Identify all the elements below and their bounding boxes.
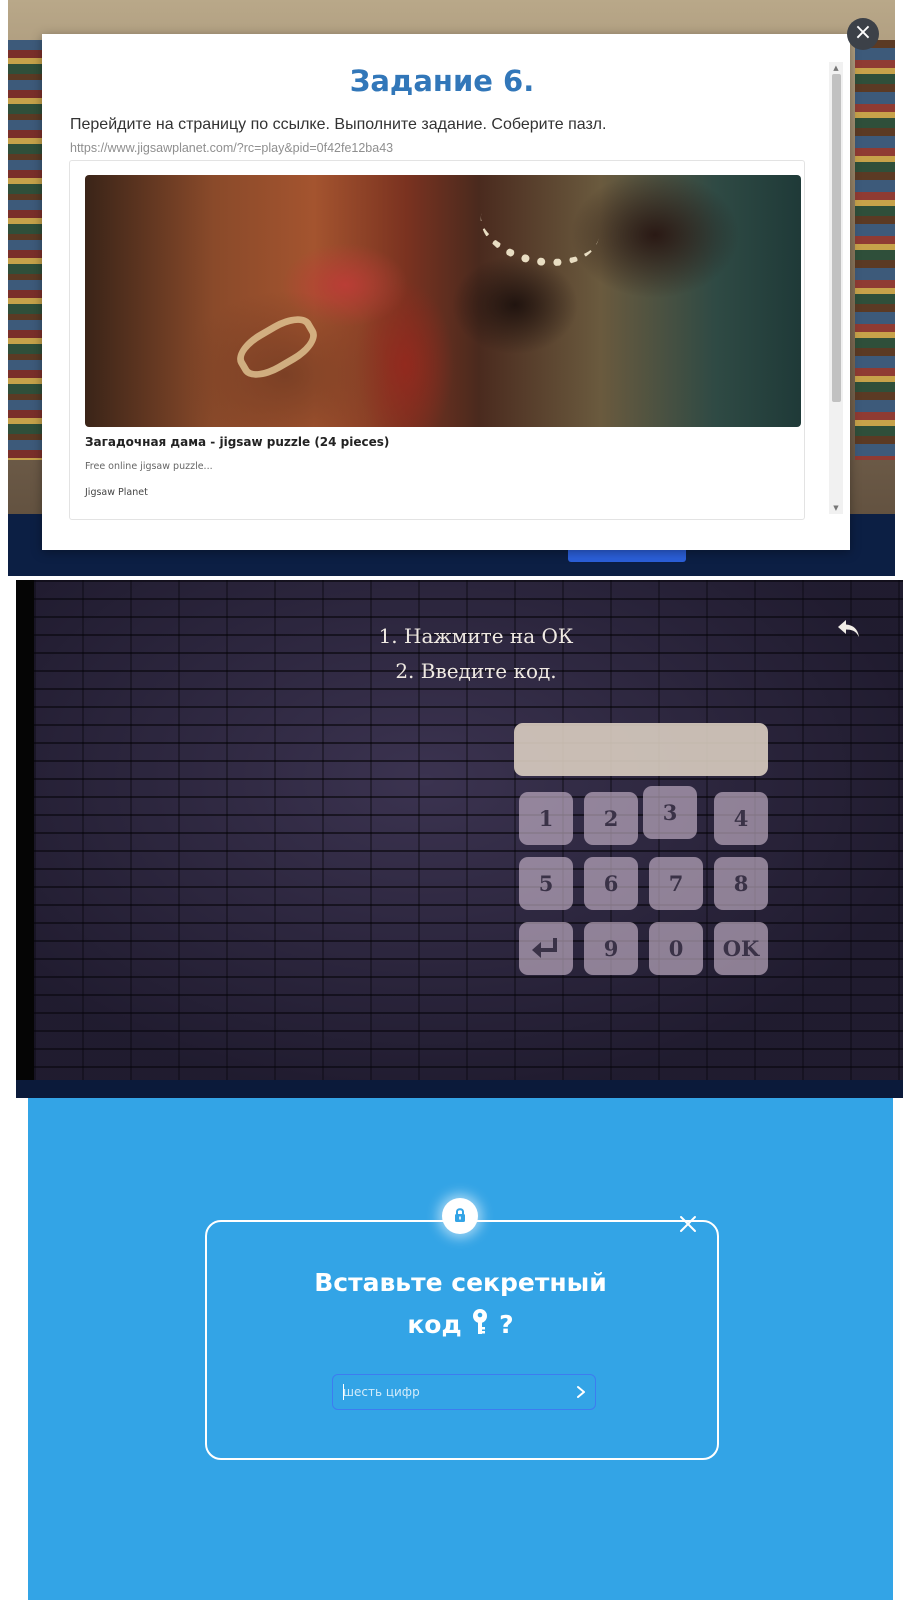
key-icon <box>473 1309 488 1334</box>
scroll-down-arrow-icon[interactable]: ▼ <box>829 502 843 514</box>
task-modal: Задание 6. Перейдите на страницу по ссыл… <box>42 34 850 550</box>
puzzle-preview-image[interactable] <box>85 175 801 427</box>
back-arrow-icon[interactable] <box>836 616 862 642</box>
keypad-panel: 1. Нажмите на ОК 2. Введите код. 1 2 3 4… <box>16 580 903 1098</box>
code-display <box>514 723 768 776</box>
preview-description: Free online jigsaw puzzle... <box>85 461 213 472</box>
key-7[interactable]: 7 <box>649 857 703 910</box>
task-instruction: Перейдите на страницу по ссылке. Выполни… <box>70 116 607 133</box>
key-ok[interactable]: OK <box>714 922 768 975</box>
preview-site-name: Jigsaw Planet <box>85 487 148 498</box>
key-1[interactable]: 1 <box>519 792 573 845</box>
chevron-right-icon[interactable] <box>573 1383 589 1401</box>
code-heading-line1: Вставьте секретный <box>314 1268 607 1297</box>
key-8[interactable]: 8 <box>714 857 768 910</box>
close-icon: × <box>853 20 873 45</box>
bracelet-detail <box>229 306 325 388</box>
code-dialog <box>205 1220 719 1460</box>
code-heading-word: код <box>407 1310 462 1339</box>
wall-edge-shadow <box>16 580 34 1098</box>
key-6[interactable]: 6 <box>584 857 638 910</box>
key-4[interactable]: 4 <box>714 792 768 845</box>
secret-code-panel: Вставьте секретный код ? <box>28 1098 893 1600</box>
scroll-thumb[interactable] <box>832 74 841 402</box>
keypad-instruction-2: 2. Введите код. <box>395 659 557 683</box>
preview-title[interactable]: Загадочная дама - jigsaw puzzle (24 piec… <box>85 435 389 449</box>
bottom-band <box>16 1080 903 1098</box>
key-0[interactable]: 0 <box>649 922 703 975</box>
key-2[interactable]: 2 <box>584 792 638 845</box>
code-heading-question: ? <box>499 1310 514 1339</box>
task-link[interactable]: https://www.jigsawplanet.com/?rc=play&pi… <box>70 141 393 155</box>
necklace-detail <box>473 175 607 277</box>
modal-close-button[interactable]: × <box>847 18 879 50</box>
enter-icon <box>532 938 557 958</box>
close-icon[interactable] <box>676 1212 700 1236</box>
key-5[interactable]: 5 <box>519 857 573 910</box>
modal-title: Задание 6. <box>349 64 535 98</box>
bookshelf-right <box>855 40 895 460</box>
code-heading-line2: код ? <box>238 1308 683 1339</box>
lock-badge <box>442 1198 478 1234</box>
lock-icon <box>455 1208 465 1222</box>
modal-scrollbar[interactable]: ▲ ▼ <box>829 62 843 514</box>
brick-wall-background <box>34 580 903 1080</box>
key-3[interactable]: 3 <box>643 786 697 839</box>
key-9[interactable]: 9 <box>584 922 638 975</box>
link-preview-card[interactable]: Загадочная дама - jigsaw puzzle (24 piec… <box>69 160 805 520</box>
key-enter[interactable] <box>519 922 573 975</box>
scroll-up-arrow-icon[interactable]: ▲ <box>829 62 843 74</box>
keypad-instruction-1: 1. Нажмите на ОК <box>378 624 574 648</box>
bookshelf-left <box>8 40 42 460</box>
secret-code-input[interactable] <box>343 1375 561 1409</box>
task-panel: Задание 6. Перейдите на страницу по ссыл… <box>8 0 895 576</box>
text-caret <box>343 1384 344 1400</box>
code-input-field[interactable] <box>332 1374 596 1410</box>
